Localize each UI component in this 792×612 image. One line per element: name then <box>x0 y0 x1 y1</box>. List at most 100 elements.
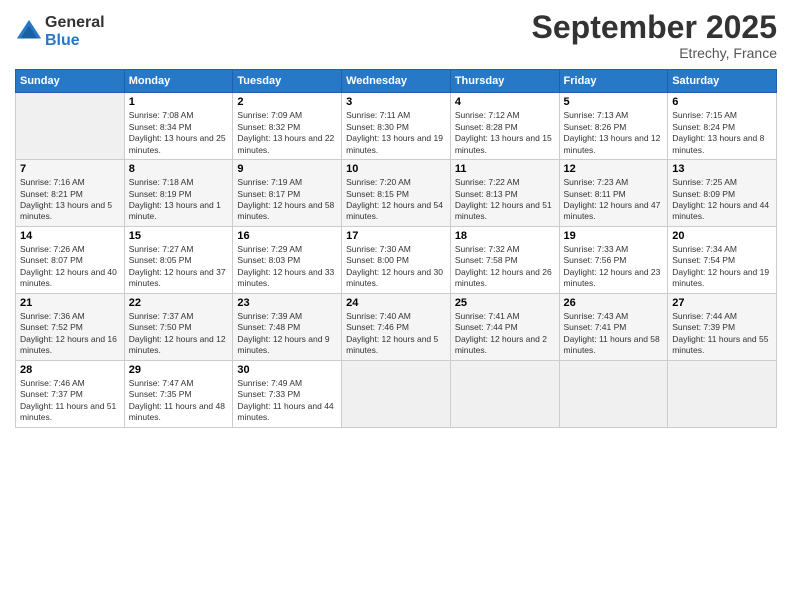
day-info: Sunrise: 7:22 AMSunset: 8:13 PMDaylight:… <box>455 177 555 223</box>
day-number: 22 <box>129 297 229 309</box>
calendar-week-row: 14 Sunrise: 7:26 AMSunset: 8:07 PMDayligh… <box>16 226 777 293</box>
day-info: Sunrise: 7:26 AMSunset: 8:07 PMDaylight:… <box>20 244 120 290</box>
day-number: 9 <box>237 163 337 175</box>
calendar-cell <box>559 360 668 427</box>
day-number: 4 <box>455 96 555 108</box>
day-info: Sunrise: 7:43 AMSunset: 7:41 PMDaylight:… <box>564 311 664 357</box>
day-number: 26 <box>564 297 664 309</box>
day-number: 24 <box>346 297 446 309</box>
day-info: Sunrise: 7:12 AMSunset: 8:28 PMDaylight:… <box>455 110 555 156</box>
weekday-header: Saturday <box>668 70 777 93</box>
calendar-cell: 10 Sunrise: 7:20 AMSunset: 8:15 PMDayligh… <box>342 160 451 227</box>
day-number: 11 <box>455 163 555 175</box>
day-number: 10 <box>346 163 446 175</box>
day-info: Sunrise: 7:47 AMSunset: 7:35 PMDaylight:… <box>129 378 229 424</box>
day-number: 20 <box>672 230 772 242</box>
weekday-header: Monday <box>124 70 233 93</box>
day-info: Sunrise: 7:41 AMSunset: 7:44 PMDaylight:… <box>455 311 555 357</box>
calendar-cell: 14 Sunrise: 7:26 AMSunset: 8:07 PMDayligh… <box>16 226 125 293</box>
calendar-week-row: 28Sunrise: 7:46 AMSunset: 7:37 PMDayligh… <box>16 360 777 427</box>
calendar-cell: 24 Sunrise: 7:40 AMSunset: 7:46 PMDayligh… <box>342 293 451 360</box>
day-number: 17 <box>346 230 446 242</box>
day-number: 8 <box>129 163 229 175</box>
day-info: Sunrise: 7:36 AMSunset: 7:52 PMDaylight:… <box>20 311 120 357</box>
day-number: 13 <box>672 163 772 175</box>
day-number: 21 <box>20 297 120 309</box>
day-info: Sunrise: 7:18 AMSunset: 8:19 PMDaylight:… <box>129 177 229 223</box>
day-number: 14 <box>20 230 120 242</box>
calendar-week-row: 7Sunrise: 7:16 AMSunset: 8:21 PMDaylight… <box>16 160 777 227</box>
calendar-cell: 9 Sunrise: 7:19 AMSunset: 8:17 PMDaylight… <box>233 160 342 227</box>
location: Etrechy, France <box>532 45 777 61</box>
calendar-cell: 7Sunrise: 7:16 AMSunset: 8:21 PMDaylight… <box>16 160 125 227</box>
calendar-cell: 12 Sunrise: 7:23 AMSunset: 8:11 PMDayligh… <box>559 160 668 227</box>
calendar-cell: 2Sunrise: 7:09 AMSunset: 8:32 PMDaylight… <box>233 93 342 160</box>
day-number: 27 <box>672 297 772 309</box>
day-number: 16 <box>237 230 337 242</box>
calendar-cell: 27 Sunrise: 7:44 AMSunset: 7:39 PMDayligh… <box>668 293 777 360</box>
header-row: SundayMondayTuesdayWednesdayThursdayFrid… <box>16 70 777 93</box>
day-info: Sunrise: 7:30 AMSunset: 8:00 PMDaylight:… <box>346 244 446 290</box>
weekday-header: Wednesday <box>342 70 451 93</box>
calendar-cell: 20 Sunrise: 7:34 AMSunset: 7:54 PMDayligh… <box>668 226 777 293</box>
calendar-cell <box>450 360 559 427</box>
weekday-header: Thursday <box>450 70 559 93</box>
logo-blue-text: Blue <box>45 32 105 50</box>
page: General Blue September 2025 Etrechy, Fra… <box>0 0 792 612</box>
day-info: Sunrise: 7:23 AMSunset: 8:11 PMDaylight:… <box>564 177 664 223</box>
logo: General Blue <box>15 14 105 49</box>
calendar-cell: 29 Sunrise: 7:47 AMSunset: 7:35 PMDayligh… <box>124 360 233 427</box>
calendar-cell: 25 Sunrise: 7:41 AMSunset: 7:44 PMDayligh… <box>450 293 559 360</box>
weekday-header: Sunday <box>16 70 125 93</box>
day-number: 23 <box>237 297 337 309</box>
day-info: Sunrise: 7:08 AMSunset: 8:34 PMDaylight:… <box>129 110 229 156</box>
day-info: Sunrise: 7:33 AMSunset: 7:56 PMDaylight:… <box>564 244 664 290</box>
day-info: Sunrise: 7:16 AMSunset: 8:21 PMDaylight:… <box>20 177 120 223</box>
day-info: Sunrise: 7:32 AMSunset: 7:58 PMDaylight:… <box>455 244 555 290</box>
calendar-cell: 22Sunrise: 7:37 AMSunset: 7:50 PMDayligh… <box>124 293 233 360</box>
day-info: Sunrise: 7:19 AMSunset: 8:17 PMDaylight:… <box>237 177 337 223</box>
calendar-cell <box>342 360 451 427</box>
calendar-cell: 3 Sunrise: 7:11 AMSunset: 8:30 PMDaylight… <box>342 93 451 160</box>
day-number: 28 <box>20 364 120 376</box>
weekday-header: Tuesday <box>233 70 342 93</box>
day-info: Sunrise: 7:11 AMSunset: 8:30 PMDaylight:… <box>346 110 446 156</box>
day-number: 15 <box>129 230 229 242</box>
title-block: September 2025 Etrechy, France <box>532 10 777 61</box>
calendar-cell: 5 Sunrise: 7:13 AMSunset: 8:26 PMDaylight… <box>559 93 668 160</box>
logo-icon <box>15 18 43 46</box>
day-info: Sunrise: 7:44 AMSunset: 7:39 PMDaylight:… <box>672 311 772 357</box>
day-info: Sunrise: 7:25 AMSunset: 8:09 PMDaylight:… <box>672 177 772 223</box>
calendar-cell: 13 Sunrise: 7:25 AMSunset: 8:09 PMDayligh… <box>668 160 777 227</box>
calendar-cell: 19 Sunrise: 7:33 AMSunset: 7:56 PMDayligh… <box>559 226 668 293</box>
calendar-cell: 30 Sunrise: 7:49 AMSunset: 7:33 PMDayligh… <box>233 360 342 427</box>
day-info: Sunrise: 7:40 AMSunset: 7:46 PMDaylight:… <box>346 311 446 357</box>
day-number: 12 <box>564 163 664 175</box>
calendar-week-row: 21 Sunrise: 7:36 AMSunset: 7:52 PMDayligh… <box>16 293 777 360</box>
day-number: 30 <box>237 364 337 376</box>
day-info: Sunrise: 7:15 AMSunset: 8:24 PMDaylight:… <box>672 110 772 156</box>
day-info: Sunrise: 7:20 AMSunset: 8:15 PMDaylight:… <box>346 177 446 223</box>
logo-text: General Blue <box>45 14 105 49</box>
calendar-cell: 17 Sunrise: 7:30 AMSunset: 8:00 PMDayligh… <box>342 226 451 293</box>
day-number: 5 <box>564 96 664 108</box>
day-info: Sunrise: 7:09 AMSunset: 8:32 PMDaylight:… <box>237 110 337 156</box>
calendar-cell: 8 Sunrise: 7:18 AMSunset: 8:19 PMDaylight… <box>124 160 233 227</box>
day-info: Sunrise: 7:27 AMSunset: 8:05 PMDaylight:… <box>129 244 229 290</box>
calendar-cell: 11 Sunrise: 7:22 AMSunset: 8:13 PMDayligh… <box>450 160 559 227</box>
weekday-header: Friday <box>559 70 668 93</box>
day-number: 3 <box>346 96 446 108</box>
day-info: Sunrise: 7:34 AMSunset: 7:54 PMDaylight:… <box>672 244 772 290</box>
calendar-cell: 26 Sunrise: 7:43 AMSunset: 7:41 PMDayligh… <box>559 293 668 360</box>
calendar-table: SundayMondayTuesdayWednesdayThursdayFrid… <box>15 69 777 427</box>
calendar-cell <box>668 360 777 427</box>
day-number: 18 <box>455 230 555 242</box>
day-number: 25 <box>455 297 555 309</box>
day-number: 19 <box>564 230 664 242</box>
calendar-cell: 28Sunrise: 7:46 AMSunset: 7:37 PMDayligh… <box>16 360 125 427</box>
day-number: 29 <box>129 364 229 376</box>
header: General Blue September 2025 Etrechy, Fra… <box>15 10 777 61</box>
day-info: Sunrise: 7:49 AMSunset: 7:33 PMDaylight:… <box>237 378 337 424</box>
day-info: Sunrise: 7:13 AMSunset: 8:26 PMDaylight:… <box>564 110 664 156</box>
month-title: September 2025 <box>532 10 777 45</box>
